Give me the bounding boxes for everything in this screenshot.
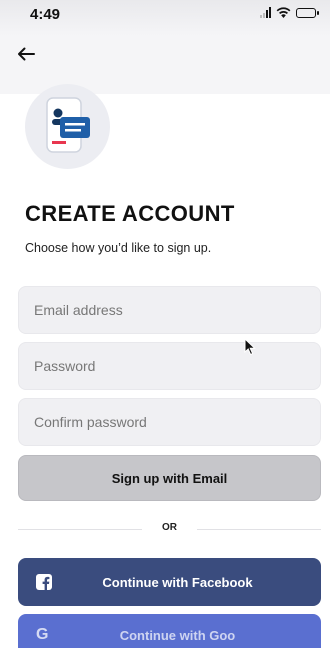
sign-up-email-button[interactable]: Sign up with Email: [18, 455, 321, 501]
phone-id-card-icon: [46, 97, 90, 153]
divider-text: OR: [162, 522, 177, 533]
page-title: CREATE ACCOUNT: [25, 201, 235, 226]
continue-facebook-label: Continue with Facebook: [102, 575, 253, 590]
divider-line-right: [197, 529, 321, 530]
page-subtitle: Choose how you’d like to sign up.: [25, 241, 212, 255]
account-illustration: [25, 84, 110, 169]
arrow-left-icon: [18, 47, 35, 61]
wifi-icon: [276, 7, 291, 18]
battery-icon: [296, 7, 319, 18]
sign-up-email-label: Sign up with Email: [111, 470, 228, 486]
status-bar: 4:49: [0, 0, 330, 36]
signal-icon: [260, 7, 271, 18]
back-button[interactable]: [12, 40, 40, 68]
or-divider: OR: [18, 522, 321, 538]
email-field[interactable]: [18, 286, 321, 334]
continue-facebook-button[interactable]: Continue with Facebook: [18, 558, 321, 606]
mouse-pointer-icon: [244, 338, 256, 356]
status-time: 4:49: [30, 6, 61, 23]
continue-google-button[interactable]: G Continue with Goo: [18, 614, 321, 648]
continue-google-label: Continue with Goo: [119, 628, 236, 643]
password-field[interactable]: [18, 342, 321, 390]
status-icons: [260, 7, 319, 18]
confirm-password-field[interactable]: [18, 398, 321, 446]
